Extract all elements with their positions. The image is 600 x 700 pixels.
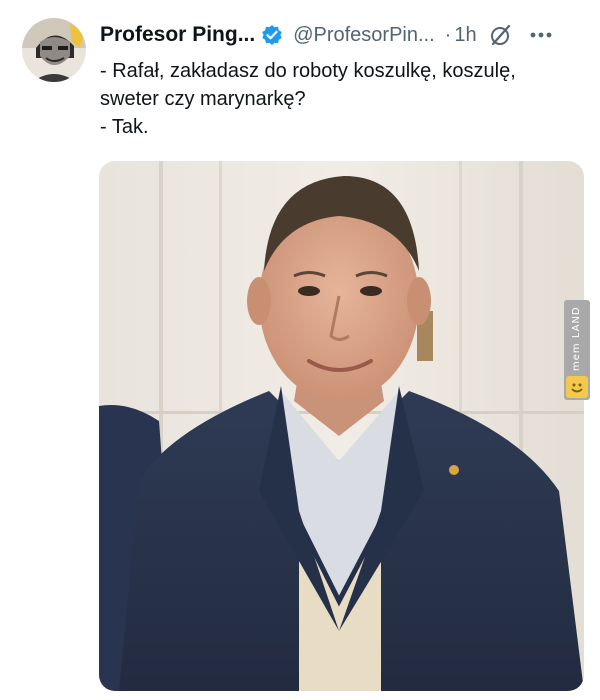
author-name[interactable]: Profesor Ping... xyxy=(100,23,255,47)
smiley-icon xyxy=(566,376,588,398)
tweet-text-line: - Rafał, zakładasz do roboty koszulkę, k… xyxy=(100,60,516,82)
watermark-text: mem LAND xyxy=(571,306,582,372)
avatar-icon xyxy=(22,18,86,82)
tweet[interactable]: Profesor Ping... @ProfesorPin... · 1h - … xyxy=(0,0,600,700)
author-handle[interactable]: @ProfesorPin... xyxy=(293,24,434,47)
memland-watermark: mem LAND xyxy=(564,300,590,400)
grok-icon[interactable] xyxy=(489,23,513,47)
tweet-text-line: sweter czy marynarkę? xyxy=(100,88,306,110)
tweet-timestamp[interactable]: 1h xyxy=(454,24,476,47)
verified-badge-icon xyxy=(261,24,283,46)
photo-of-man-in-blazer xyxy=(99,161,584,691)
author-avatar[interactable] xyxy=(22,18,86,82)
time-separator: · xyxy=(444,23,452,46)
more-options-icon[interactable] xyxy=(527,23,555,47)
tweet-photo[interactable] xyxy=(99,161,584,691)
tweet-header: Profesor Ping... @ProfesorPin... · 1h xyxy=(100,20,585,50)
tweet-text: - Rafał, zakładasz do roboty koszulkę, k… xyxy=(100,57,585,141)
tweet-text-line: - Tak. xyxy=(100,116,149,138)
